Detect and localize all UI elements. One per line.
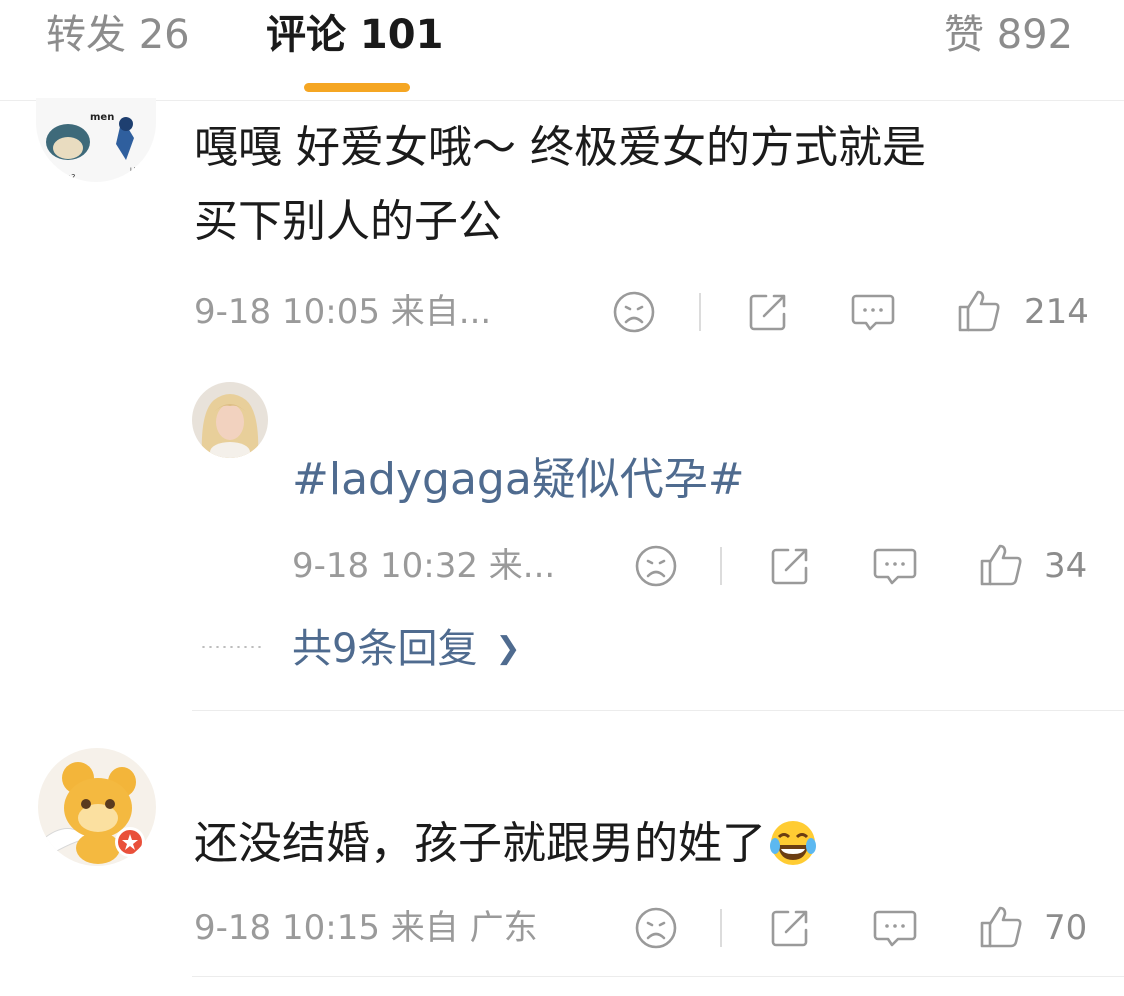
thumbs-up-icon[interactable]	[956, 288, 1002, 334]
like-count: 70	[1044, 908, 1088, 948]
comment-text-line-1: 嘎嘎 好爱女哦～ 终极爱女的方式就是	[194, 122, 926, 173]
action-divider	[720, 547, 722, 585]
share-icon[interactable]	[746, 290, 790, 334]
sad-face-icon[interactable]	[612, 290, 656, 334]
like-count: 34	[1044, 546, 1088, 586]
sad-face-icon[interactable]	[634, 906, 678, 950]
active-tab-indicator	[304, 83, 410, 92]
more-replies-link[interactable]: 共9条回复 ❯	[292, 622, 521, 680]
avatar[interactable]	[192, 382, 268, 458]
comment-icon[interactable]	[872, 906, 918, 950]
share-icon[interactable]	[768, 544, 812, 588]
tabs-divider	[0, 100, 1124, 101]
more-replies-label: 共9条回复	[292, 626, 478, 672]
comment-divider	[192, 976, 1124, 977]
avatar-caption-3: I know	[130, 167, 150, 174]
like-count: 214	[1024, 292, 1089, 332]
avatar[interactable]	[38, 748, 156, 866]
comment-meta: 9-18 10:05 来自...	[194, 292, 492, 332]
comment-text-line-2: 买下别人的子公	[194, 196, 502, 247]
action-divider	[699, 293, 701, 331]
thumbs-up-icon[interactable]	[978, 542, 1024, 588]
comment-meta: 9-18 10:15 来自 广东	[194, 908, 538, 948]
more-replies-dots	[200, 646, 262, 648]
chevron-right-icon: ❯	[495, 631, 521, 666]
topic-hashtag-link[interactable]: #ladygaga疑似代孕#	[292, 448, 745, 512]
avatar-caption-2: bro?	[58, 173, 75, 182]
comment-text: 还没结婚，孩子就跟男的姓了	[194, 808, 816, 876]
avatar-caption-1: men	[90, 112, 114, 123]
share-icon[interactable]	[768, 906, 812, 950]
action-divider	[720, 909, 722, 947]
thumbs-up-icon[interactable]	[978, 904, 1024, 950]
comment-icon[interactable]	[850, 290, 896, 334]
tab-likes[interactable]: 赞 892	[944, 8, 1073, 62]
tab-reposts[interactable]: 转发 26	[46, 8, 190, 62]
laughing-tears-emoji	[768, 818, 818, 868]
tab-comments[interactable]: 评论 101	[266, 8, 443, 62]
reply-meta: 9-18 10:32 来...	[292, 546, 556, 586]
avatar[interactable]: men bro? I know	[36, 98, 156, 182]
comment-divider	[192, 710, 1124, 711]
sad-face-icon[interactable]	[634, 544, 678, 588]
comment-icon[interactable]	[872, 544, 918, 588]
